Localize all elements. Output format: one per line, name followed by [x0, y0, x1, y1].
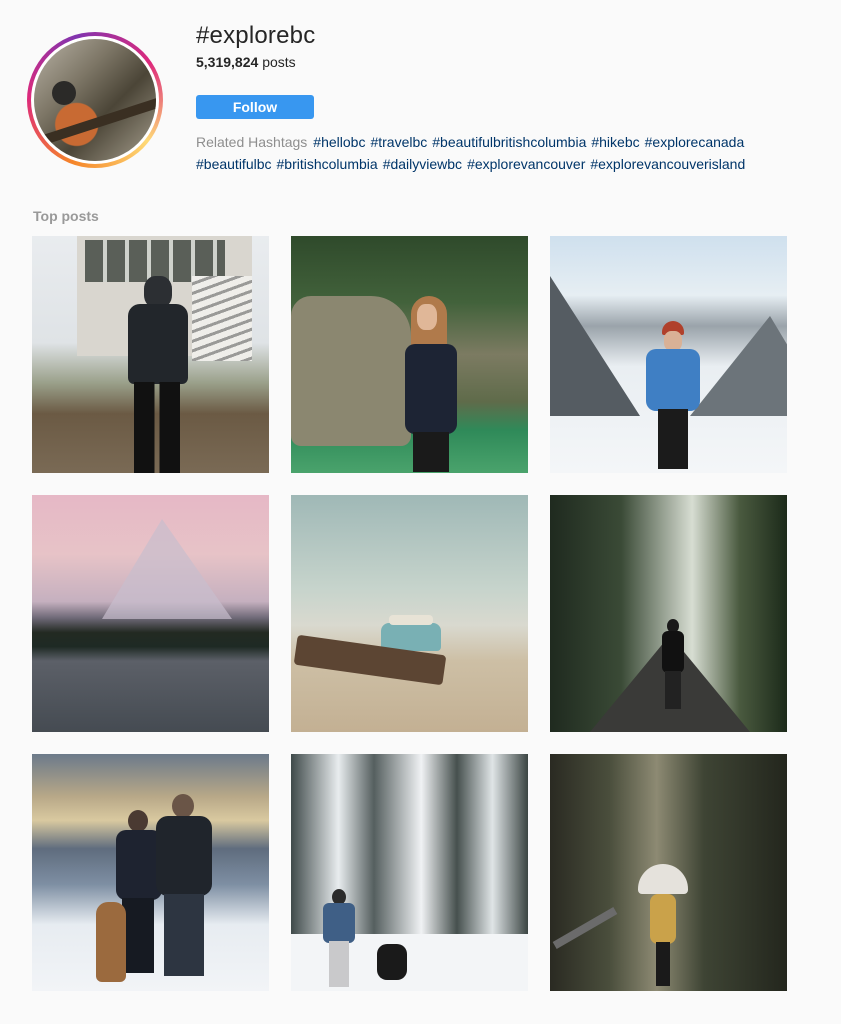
mountain-peak	[102, 519, 232, 619]
post-thumbnail-4[interactable]	[32, 495, 269, 732]
hashtag-link-hellobc[interactable]: #hellobc	[313, 134, 365, 150]
stair-railing	[552, 907, 618, 949]
avatar-border	[31, 36, 159, 164]
hashtag-link-dailyviewbc[interactable]: #dailyviewbc	[383, 156, 462, 172]
avatar-photo	[34, 39, 156, 161]
top-posts-grid	[32, 236, 787, 991]
hashtag-link-hikebc[interactable]: #hikebc	[591, 134, 639, 150]
hashtag-avatar	[27, 32, 163, 168]
post-thumbnail-1[interactable]	[32, 236, 269, 473]
post-count: 5,319,824 posts	[196, 54, 296, 70]
post-thumbnail-9[interactable]	[550, 754, 787, 991]
follow-button[interactable]: Follow	[196, 95, 314, 119]
dog-figure	[96, 902, 126, 982]
post-thumbnail-3[interactable]	[550, 236, 787, 473]
related-hashtags: Related Hashtags #hellobc #travelbc #beauti…	[196, 131, 836, 175]
runner-figure	[660, 619, 686, 709]
mountain-right	[690, 316, 787, 416]
top-posts-heading: Top posts	[33, 208, 99, 224]
man-figure	[154, 794, 214, 979]
woman-blue-jacket	[642, 321, 702, 471]
hashtag-link-britishcolumbia[interactable]: #britishcolumbia	[277, 156, 378, 172]
mossy-rock	[291, 296, 411, 446]
avatar-bird	[52, 81, 76, 105]
hashtag-link-travelbc[interactable]: #travelbc	[370, 134, 427, 150]
post-count-suffix: posts	[262, 54, 296, 70]
avatar-branch	[34, 95, 156, 149]
hiker-figure	[321, 889, 357, 989]
hashtag-link-explorevancouver[interactable]: #explorevancouver	[467, 156, 585, 172]
post-thumbnail-6[interactable]	[550, 495, 787, 732]
post-thumbnail-2[interactable]	[291, 236, 528, 473]
hashtag-link-beautifulbritishcolumbia[interactable]: #beautifulbritishcolumbia	[432, 134, 586, 150]
post-thumbnail-7[interactable]	[32, 754, 269, 991]
post-count-value: 5,319,824	[196, 54, 259, 70]
post-thumbnail-5[interactable]	[291, 495, 528, 732]
woman-figure	[401, 296, 461, 473]
dog-figure	[377, 944, 407, 980]
tower-stairs	[192, 276, 252, 361]
hashtag-link-explorevancouverisland[interactable]: #explorevancouverisland	[590, 156, 745, 172]
hiker-figure	[124, 276, 188, 473]
hashtag-title: #explorebc	[196, 22, 316, 49]
post-thumbnail-8[interactable]	[291, 754, 528, 991]
related-hashtags-label: Related Hashtags	[196, 134, 308, 150]
hashtag-link-explorecanada[interactable]: #explorecanada	[645, 134, 745, 150]
mountain-left	[550, 276, 640, 416]
person-yellow-coat	[650, 886, 676, 986]
hashtag-link-beautifulbc[interactable]: #beautifulbc	[196, 156, 272, 172]
